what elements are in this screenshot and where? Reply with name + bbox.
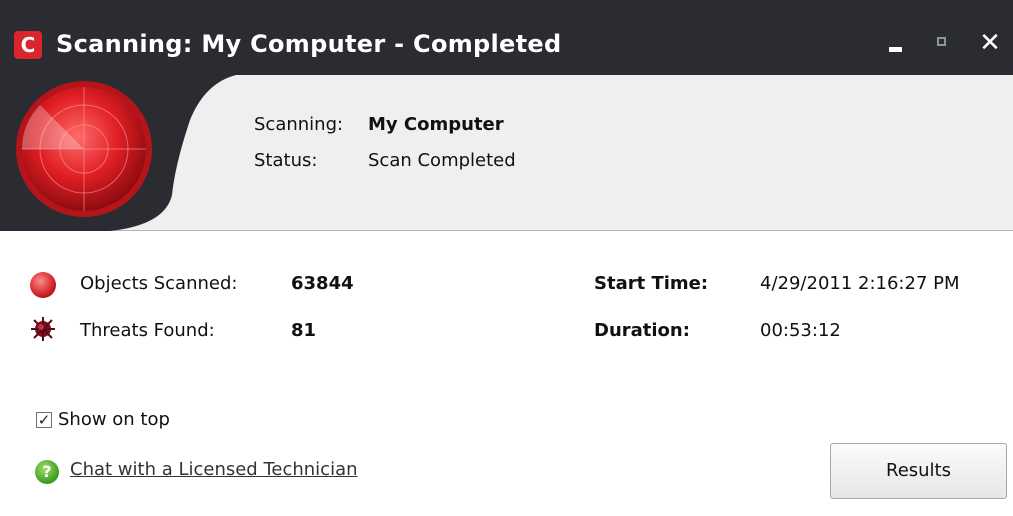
help-icon: ? bbox=[35, 460, 59, 484]
checkmark-icon: ✓ bbox=[37, 411, 51, 429]
objects-scanned-value: 63844 bbox=[291, 273, 354, 294]
scanning-value: My Computer bbox=[368, 114, 504, 135]
app-logo-icon: C bbox=[14, 31, 42, 59]
scanning-row: Scanning: My Computer bbox=[254, 114, 504, 135]
radar-icon bbox=[16, 81, 152, 217]
status-row: Status: Scan Completed bbox=[254, 150, 516, 171]
duration-value: 00:53:12 bbox=[760, 320, 841, 341]
start-time-label: Start Time: bbox=[594, 273, 709, 294]
minimize-button[interactable] bbox=[880, 26, 910, 60]
threats-found-value: 81 bbox=[291, 320, 317, 341]
threat-bug-icon bbox=[31, 317, 55, 341]
objects-scanned-label: Objects Scanned: bbox=[80, 273, 238, 294]
objects-scanned-icon bbox=[30, 272, 56, 298]
window-title: Scanning: My Computer - Completed bbox=[56, 30, 562, 58]
maximize-button[interactable] bbox=[927, 26, 957, 60]
status-value: Scan Completed bbox=[368, 150, 516, 171]
show-on-top-checkbox[interactable]: ✓ bbox=[36, 412, 52, 428]
minimize-icon bbox=[889, 47, 902, 52]
scanning-label: Scanning: bbox=[254, 114, 344, 135]
close-button[interactable]: ✕ bbox=[975, 26, 1005, 60]
threats-found-label: Threats Found: bbox=[80, 320, 215, 341]
start-time-value: 4/29/2011 2:16:27 PM bbox=[760, 273, 960, 294]
status-label: Status: bbox=[254, 150, 318, 171]
duration-label: Duration: bbox=[594, 320, 690, 341]
chat-technician-link[interactable]: Chat with a Licensed Technician bbox=[70, 459, 358, 480]
maximize-icon bbox=[937, 37, 946, 46]
close-icon: ✕ bbox=[979, 28, 1001, 58]
title-bar: C Scanning: My Computer - Completed ✕ bbox=[0, 0, 1013, 75]
show-on-top-label[interactable]: Show on top bbox=[58, 409, 170, 430]
results-button[interactable]: Results bbox=[830, 443, 1007, 499]
